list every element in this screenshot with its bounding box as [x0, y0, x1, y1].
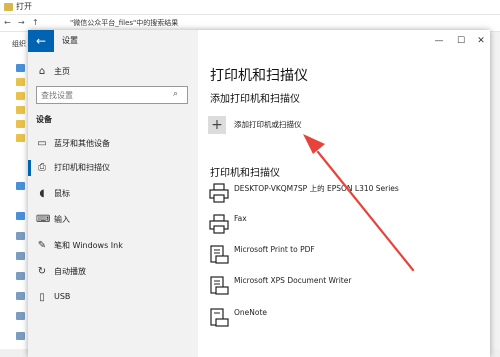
explorer-titlebar: 打开 [0, 0, 500, 15]
sidebar-item-label: 蓝牙和其他设备 [54, 139, 110, 148]
printer-icon [209, 214, 229, 234]
sidebar-item-label: 自动播放 [54, 267, 86, 276]
printer-item-epson[interactable]: DESKTOP-VKQM7SP 上的 EPSON L310 Series [208, 180, 468, 210]
sidebar-item-home[interactable]: ⌂ 主页 [28, 60, 198, 84]
back-button[interactable]: ← [28, 30, 54, 52]
printer-name: OneNote [234, 308, 268, 317]
explorer-sidebar [0, 52, 28, 357]
printer-name: Fax [234, 214, 247, 223]
autoplay-icon: ↻ [37, 266, 47, 277]
search-input[interactable] [41, 88, 169, 102]
onedrive-icon[interactable] [16, 182, 25, 190]
sidebar-item-pen[interactable]: ✎ 笔和 Windows Ink [28, 234, 198, 258]
printer-item-pdf[interactable]: Microsoft Print to PDF [208, 242, 468, 272]
sidebar-item-mouse[interactable]: ◖ 鼠标 [28, 182, 198, 206]
sidebar-item-autoplay[interactable]: ↻ 自动播放 [28, 260, 198, 284]
printer-item-fax[interactable]: Fax [208, 211, 468, 241]
drive-icon[interactable] [16, 272, 25, 280]
bluetooth-devices-icon: ▭ [37, 138, 47, 149]
printer-name: DESKTOP-VKQM7SP 上的 EPSON L310 Series [234, 184, 399, 193]
folder-icon[interactable] [16, 120, 25, 128]
add-printer-icon[interactable]: + [208, 116, 226, 134]
page-title: 打印机和扫描仪 [210, 68, 308, 84]
folder-icon [4, 3, 13, 11]
sidebar-item-usb[interactable]: ▯ USB [28, 286, 198, 310]
sidebar-item-printers[interactable]: ⎙ 打印机和扫描仪 [28, 156, 198, 180]
close-button[interactable]: ✕ [474, 34, 488, 48]
onenote-printer-icon [210, 308, 229, 327]
maximize-button[interactable]: ☐ [454, 34, 468, 48]
sidebar-item-label: 打印机和扫描仪 [54, 163, 110, 172]
folder-icon[interactable] [16, 106, 25, 114]
folder-icon[interactable] [16, 78, 25, 86]
sidebar-item-label: 输入 [54, 215, 70, 224]
sidebar-item-bluetooth[interactable]: ▭ 蓝牙和其他设备 [28, 132, 198, 156]
search-box[interactable]: ⌕ [36, 86, 188, 104]
drive-icon[interactable] [16, 232, 25, 240]
keyboard-icon: ⌨ [36, 214, 51, 225]
sidebar-item-label: USB [54, 292, 71, 301]
settings-sidebar: ← 设置 ⌂ 主页 ⌕ 设备 ▭ 蓝牙和其他设备 ⎙ 打印机和扫描仪 ◖ 鼠标 … [28, 30, 198, 357]
minimize-button[interactable]: — [432, 34, 446, 48]
printers-section-heading: 打印机和扫描仪 [210, 168, 280, 179]
back-arrow-icon[interactable]: ← [4, 18, 11, 27]
explorer-title: 打开 [16, 2, 32, 11]
sidebar-item-label: 主页 [54, 67, 70, 76]
printer-icon: ⎙ [38, 162, 46, 173]
add-section-heading: 添加打印机和扫描仪 [210, 94, 300, 105]
organize-button[interactable]: 组织 [12, 39, 26, 49]
home-icon: ⌂ [38, 66, 46, 77]
settings-title: 设置 [62, 36, 78, 45]
drive-icon[interactable] [16, 312, 25, 320]
usb-icon: ▯ [39, 292, 45, 303]
this-pc-icon[interactable] [16, 212, 25, 220]
explorer-scroll-strip [490, 32, 500, 357]
settings-window: ← 设置 ⌂ 主页 ⌕ 设备 ▭ 蓝牙和其他设备 ⎙ 打印机和扫描仪 ◖ 鼠标 … [28, 30, 490, 357]
printer-item-onenote[interactable]: OneNote [208, 305, 468, 335]
pdf-printer-icon [210, 245, 229, 264]
sidebar-item-typing[interactable]: ⌨ 输入 [28, 208, 198, 232]
settings-titlebar: ← 设置 [28, 30, 198, 52]
sidebar-item-label: 鼠标 [54, 189, 70, 198]
drive-icon[interactable] [16, 252, 25, 260]
xps-printer-icon [210, 276, 229, 295]
up-arrow-icon[interactable]: ↑ [32, 18, 39, 27]
pen-icon: ✎ [37, 240, 47, 251]
printer-name: Microsoft XPS Document Writer [234, 276, 352, 285]
search-icon[interactable]: ⌕ [173, 89, 183, 99]
printer-name: Microsoft Print to PDF [234, 245, 315, 254]
mouse-icon: ◖ [39, 188, 45, 199]
add-printer-button[interactable]: 添加打印机或扫描仪 [234, 119, 302, 130]
drive-icon[interactable] [16, 332, 25, 340]
explorer-path[interactable]: "微信公众平台_files"中的搜索结果 [70, 18, 178, 28]
folder-icon[interactable] [16, 92, 25, 100]
folder-icon[interactable] [16, 134, 25, 142]
section-label-devices: 设备 [36, 115, 52, 124]
drive-icon[interactable] [16, 292, 25, 300]
sidebar-item-label: 笔和 Windows Ink [54, 241, 123, 250]
quick-access-icon[interactable] [16, 64, 25, 72]
printer-icon [209, 183, 229, 203]
printer-item-xps[interactable]: Microsoft XPS Document Writer [208, 273, 468, 303]
forward-arrow-icon[interactable]: → [18, 18, 25, 27]
